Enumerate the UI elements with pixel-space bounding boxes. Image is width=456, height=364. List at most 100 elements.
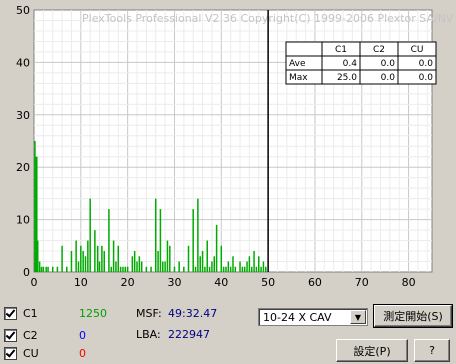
c1-bar [136,261,138,272]
c1-checkbox[interactable] [4,306,17,320]
c1-bar [192,209,194,272]
x-tick-label: 80 [402,276,416,289]
c1-bar [239,261,241,272]
c1-bar [255,266,258,272]
c1-bar [229,266,232,272]
c1-bar [40,266,43,272]
y-tick-label: 0 [23,266,30,279]
c1-bar [232,256,234,272]
c1-bar [222,266,225,272]
c1-bar [243,266,246,272]
c1-bar [94,230,96,272]
x-tick-label: 30 [167,276,181,289]
stats-table: C1 C2 CU Ave 0.4 0.0 0.0 Max 25.0 0.0 0.0 [285,41,437,85]
c1-bar [248,256,251,272]
c1-bar [258,256,260,272]
c1-count: 1250 [79,306,107,320]
c1-bar [56,266,59,272]
c1-bar [164,261,166,272]
c1-bar [265,266,267,272]
c2-checkbox[interactable] [4,328,17,342]
c1-bar [215,224,218,272]
c1-bar [61,245,63,272]
c1-bar [112,240,115,272]
y-tick-label: 30 [16,109,30,122]
settings-button[interactable]: 設定(P) [336,339,408,362]
stats-column-header: CU [411,45,424,55]
c1-bar [124,266,127,272]
c1-bar [140,261,143,272]
x-tick-label: 0 [31,276,38,289]
chart-panel: PlexTools Professional V2.36 Copyright(C… [0,0,456,292]
c1-bar [84,256,87,272]
c1-bar [206,240,208,272]
c1-bar [96,245,99,272]
c1-bar [169,245,171,272]
speed-select-value: 10-24 X CAV [263,310,332,324]
c1-bar [246,261,248,272]
c1-row: C1 1250 [4,304,119,322]
chevron-down-icon[interactable]: ▼ [350,310,366,324]
c1-bar [131,256,134,272]
c1-bar [213,256,216,272]
c1-bar [260,266,262,272]
c1-bar [108,209,110,272]
c1-bar [103,251,105,272]
stats-row-label: Ave [289,59,306,69]
c1-bar [227,261,230,272]
c1-bar [77,261,80,272]
y-tick-label: 40 [16,56,30,69]
chart: PlexTools Professional V2.36 Copyright(C… [16,4,454,289]
c1-bar [38,261,41,272]
c1-bar [80,245,82,272]
y-tick-label: 20 [16,161,30,174]
c1-bar [157,251,159,272]
c1-bar [211,261,213,272]
start-measure-button[interactable]: 測定開始(S) [373,304,453,328]
c1-bar [110,266,113,272]
c1-bar [87,240,89,272]
x-tick-label: 70 [355,276,369,289]
c1-bar [138,256,141,272]
c1-bar [89,198,91,272]
c1-bar [234,266,237,272]
c1-bar [187,245,190,272]
x-tick-label: 20 [121,276,135,289]
stats-cell: 25.0 [337,73,357,83]
c1-bar [204,266,206,272]
cu-label: CU [23,346,39,360]
c1-label: C1 [23,306,38,320]
c1-bar [98,261,101,272]
c1-bar [159,209,162,272]
lba-label: LBA: [136,328,161,341]
lba-value: 222947 [168,328,210,341]
x-tick-label: 60 [308,276,322,289]
y-tick-label: 50 [16,4,30,17]
c2-count: 0 [79,328,86,342]
x-tick-label: 10 [74,276,88,289]
c1-bar [75,240,77,272]
c1-bar [119,266,122,272]
c1-bar [126,266,129,272]
c1-bar [47,266,49,272]
c2-label: C2 [23,328,38,342]
stats-cell: 0.0 [419,73,434,83]
c1-bar [51,266,54,272]
c1-bar [199,256,201,272]
c1-bar [133,251,136,272]
c1-bar [117,245,120,272]
c1-bar [115,261,117,272]
c1-bar [101,245,103,272]
help-button[interactable]: ? [414,339,450,362]
x-tick-label: 50 [261,276,275,289]
stats-cell: 0.0 [381,59,396,69]
speed-select[interactable]: 10-24 X CAV ▼ [258,308,368,326]
cu-checkbox[interactable] [4,346,17,360]
c1-bar [45,266,47,272]
stats-cell: 0.0 [419,59,434,69]
stats-cell: 0.4 [343,59,358,69]
c1-bar [220,245,223,272]
c1-bar [262,261,265,272]
c1-bar [253,251,255,272]
x-tick-label: 40 [214,276,228,289]
